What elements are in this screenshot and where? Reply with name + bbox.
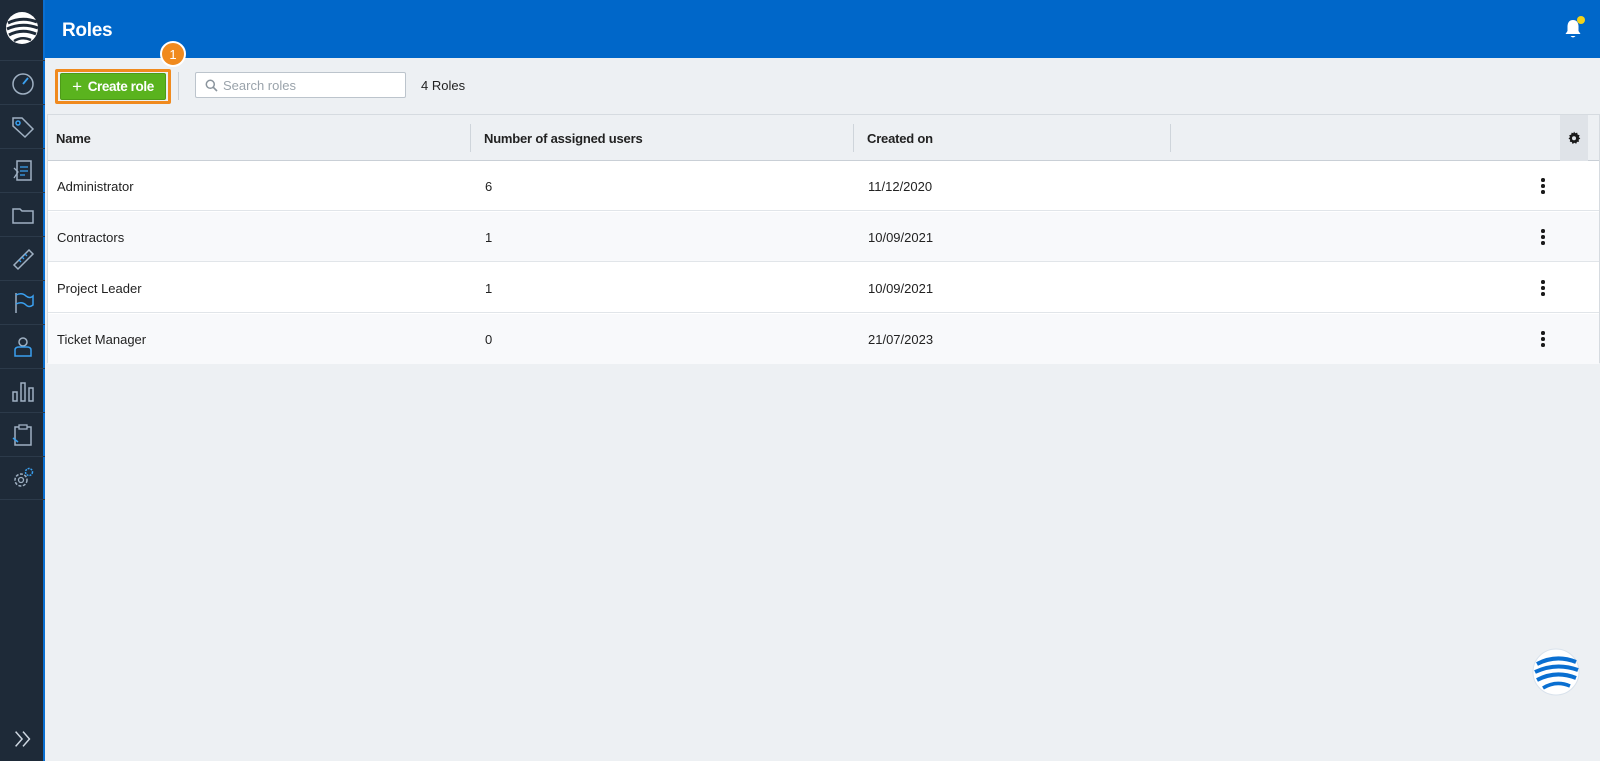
sidebar-item-documents[interactable] xyxy=(0,148,45,192)
sidebar-item-reports[interactable] xyxy=(0,368,45,412)
table-header: Name Number of assigned users Created on xyxy=(48,115,1599,161)
column-header-created-on[interactable]: Created on xyxy=(867,115,1167,161)
sidebar-item-users[interactable] xyxy=(0,324,45,368)
page-title: Roles xyxy=(62,20,113,41)
table-settings-button[interactable] xyxy=(1560,115,1588,161)
column-separator[interactable] xyxy=(853,124,854,152)
role-name: Ticket Manager xyxy=(57,331,147,347)
search-roles-input[interactable] xyxy=(223,76,401,95)
documents-icon xyxy=(12,159,32,181)
create-role-label: Create role xyxy=(87,79,155,94)
sidebar-item-dashboard[interactable] xyxy=(0,60,45,104)
column-separator[interactable] xyxy=(470,124,471,152)
step-badge: 1 xyxy=(160,41,186,67)
column-header-name[interactable]: Name xyxy=(56,115,466,161)
table-row[interactable]: Project Leader 1 10/09/2021 xyxy=(48,263,1599,313)
sidebar-item-tags[interactable] xyxy=(0,104,45,148)
created-on-date: 10/09/2021 xyxy=(868,229,934,245)
dashboard-icon xyxy=(11,72,34,95)
clipboard-icon xyxy=(12,423,32,446)
settings-icon xyxy=(13,467,33,487)
row-actions-menu-button[interactable] xyxy=(1534,328,1552,350)
ruler-icon xyxy=(12,248,34,270)
sidebar-item-settings[interactable] xyxy=(0,456,45,500)
page-header: Roles xyxy=(45,0,1600,58)
sidebar-expand-button[interactable] xyxy=(0,717,45,761)
kebab-dot xyxy=(1541,178,1545,182)
folder-icon xyxy=(11,207,34,224)
kebab-dot xyxy=(1541,331,1545,335)
kebab-dot xyxy=(1541,286,1545,290)
column-separator[interactable] xyxy=(1170,124,1171,152)
plus-icon: + xyxy=(72,76,82,96)
kebab-dot xyxy=(1541,343,1545,347)
sidebar xyxy=(0,0,45,761)
kebab-dot xyxy=(1541,292,1545,296)
search-icon xyxy=(205,79,218,92)
roles-table: Name Number of assigned users Created on… xyxy=(47,114,1600,364)
sidebar-item-folders[interactable] xyxy=(0,192,45,236)
notification-dot xyxy=(1577,16,1585,24)
kebab-dot xyxy=(1541,235,1545,239)
kebab-dot xyxy=(1541,190,1545,194)
table-row[interactable]: Contractors 1 10/09/2021 xyxy=(48,212,1599,262)
table-row[interactable]: Administrator 6 11/12/2020 xyxy=(48,161,1599,211)
toolbar: + Create role 1 4 Roles xyxy=(45,41,1600,114)
create-role-button[interactable]: + Create role xyxy=(60,73,166,100)
created-on-date: 11/12/2020 xyxy=(868,178,933,194)
created-on-date: 21/07/2023 xyxy=(868,331,934,347)
kebab-dot xyxy=(1541,280,1545,284)
role-name: Project Leader xyxy=(57,280,142,296)
assigned-users-count: 1 xyxy=(485,280,493,296)
created-on-date: 10/09/2021 xyxy=(868,280,934,296)
kebab-dot xyxy=(1541,184,1545,188)
row-actions-menu-button[interactable] xyxy=(1534,277,1552,299)
assigned-users-count: 6 xyxy=(485,178,493,194)
assigned-users-count: 0 xyxy=(485,331,493,347)
help-widget-logo-icon[interactable] xyxy=(1531,648,1581,696)
row-actions-menu-button[interactable] xyxy=(1534,175,1552,197)
tags-icon xyxy=(11,116,34,138)
table-row[interactable]: Ticket Manager 0 21/07/2023 xyxy=(48,314,1599,364)
kebab-dot xyxy=(1541,337,1545,341)
kebab-dot xyxy=(1541,229,1545,233)
search-box xyxy=(195,72,406,98)
user-icon xyxy=(13,336,32,357)
flag-icon xyxy=(14,292,34,313)
column-header-assigned-users[interactable]: Number of assigned users xyxy=(484,115,844,161)
toolbar-divider xyxy=(178,72,179,100)
gear-icon xyxy=(1568,131,1581,144)
app-logo-icon[interactable] xyxy=(4,10,40,46)
row-actions-menu-button[interactable] xyxy=(1534,226,1552,248)
role-count: 4 Roles xyxy=(421,78,466,93)
sidebar-item-milestones[interactable] xyxy=(0,280,45,324)
role-name: Administrator xyxy=(57,178,134,194)
kebab-dot xyxy=(1541,241,1545,245)
double-chevron-right-icon xyxy=(14,731,30,747)
sidebar-item-measurements[interactable] xyxy=(0,236,45,280)
chart-icon xyxy=(11,381,34,402)
assigned-users-count: 1 xyxy=(485,229,493,245)
role-name: Contractors xyxy=(57,229,125,245)
sidebar-item-tasks[interactable] xyxy=(0,412,45,456)
